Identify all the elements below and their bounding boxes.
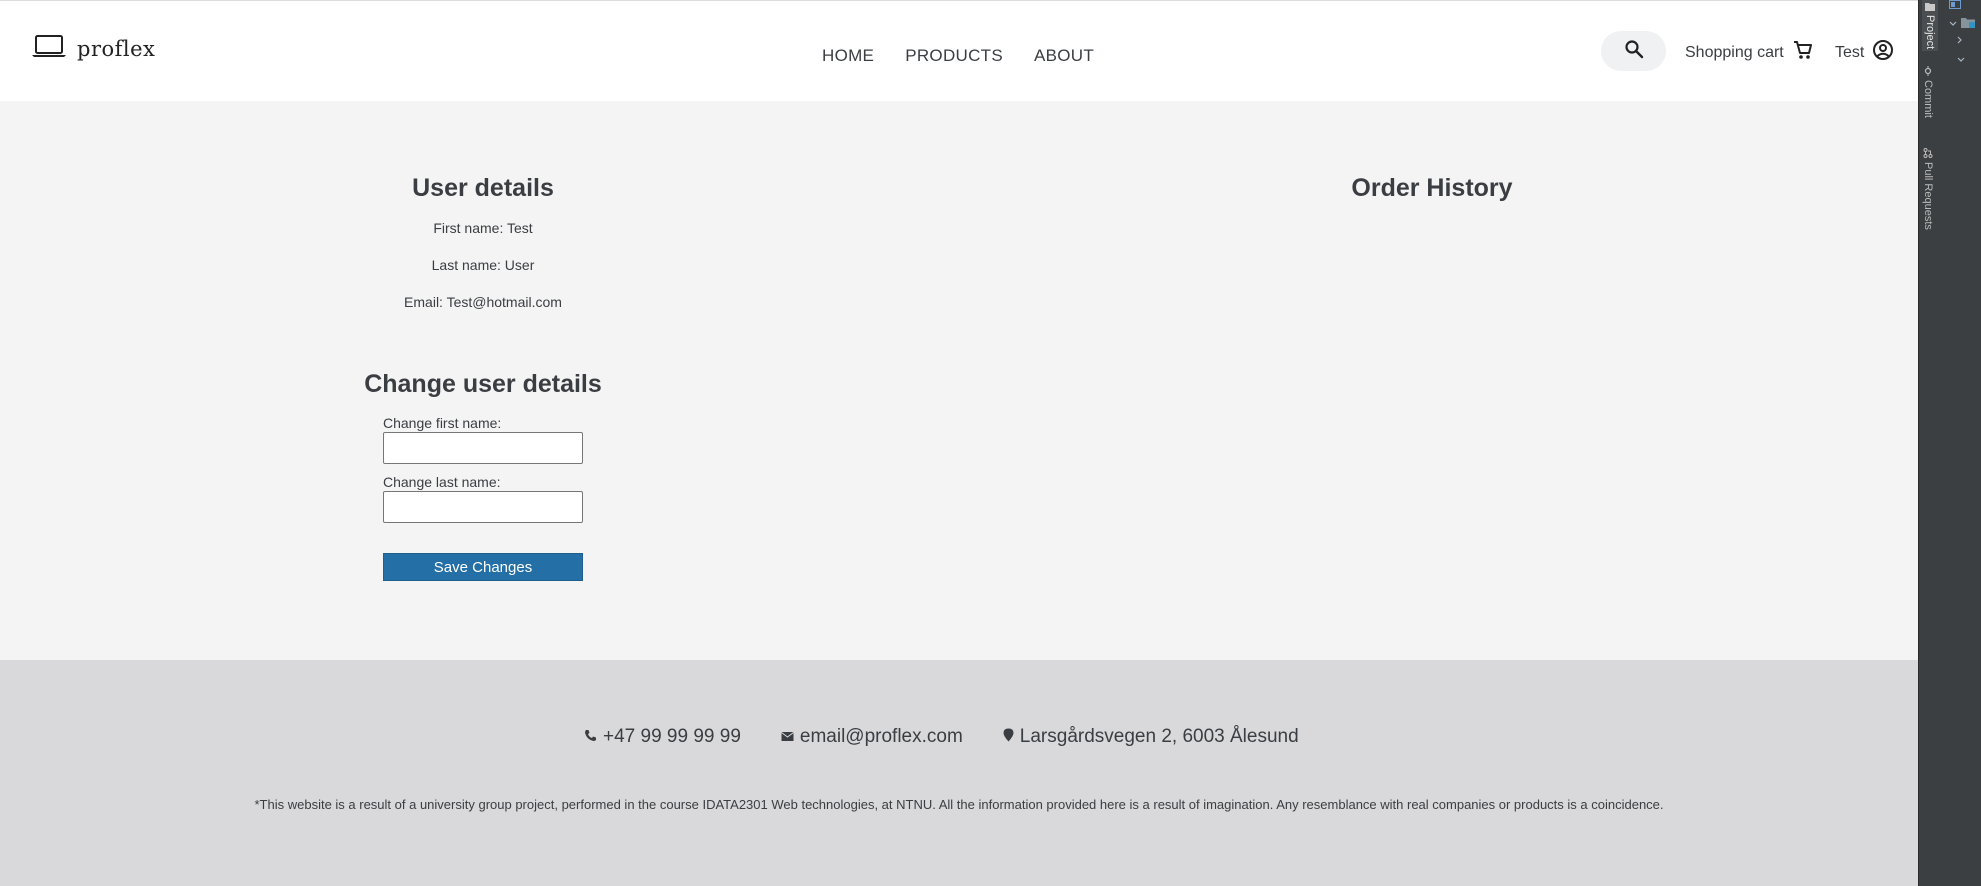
ide-tab-pull-requests[interactable]: Pull Requests xyxy=(1922,148,1934,230)
user-account-link[interactable]: Test xyxy=(1835,39,1894,66)
chevron-down-icon xyxy=(1957,55,1965,66)
cart-icon xyxy=(1792,39,1814,66)
mail-icon xyxy=(781,726,794,748)
search-button[interactable] xyxy=(1601,31,1666,71)
laptop-icon xyxy=(31,34,67,63)
folder-icon xyxy=(1961,17,1975,31)
nav-products-link[interactable]: PRODUCTS xyxy=(905,46,1003,66)
commit-icon xyxy=(1922,66,1934,76)
module-icon xyxy=(1949,0,1961,12)
email-detail: Email: Test@hotmail.com xyxy=(404,294,562,310)
chevron-right-icon xyxy=(1957,36,1963,47)
email-address[interactable]: email@proflex.com xyxy=(800,726,963,748)
location-pin-icon xyxy=(1003,726,1014,748)
phone-contact: +47 99 99 99 99 xyxy=(584,726,741,748)
change-details-title: Change user details xyxy=(364,370,602,398)
logo[interactable]: proflex xyxy=(31,34,155,63)
tree-row-folder[interactable] xyxy=(1949,17,1975,31)
site-footer: +47 99 99 99 99 email@proflex.com Larsgå… xyxy=(0,660,1918,886)
order-history-title: Order History xyxy=(1351,174,1513,202)
first-name-field-label: Change first name: xyxy=(383,415,502,431)
browser-page: proflex HOME PRODUCTS ABOUT Shopping car… xyxy=(0,0,1918,886)
search-icon xyxy=(1624,39,1644,64)
shopping-cart-link[interactable]: Shopping cart xyxy=(1685,39,1814,66)
pull-request-icon xyxy=(1922,148,1934,158)
ide-tab-commit-label: Commit xyxy=(1922,80,1934,118)
nav-about-link[interactable]: ABOUT xyxy=(1034,46,1094,66)
tree-row-project-root[interactable] xyxy=(1949,0,1961,12)
ide-tab-pull-requests-label: Pull Requests xyxy=(1922,162,1934,230)
first-name-detail: First name: Test xyxy=(433,220,533,236)
folder-icon xyxy=(1924,2,1936,11)
user-details-title: User details xyxy=(412,174,554,202)
contact-info: +47 99 99 99 99 email@proflex.com Larsgå… xyxy=(584,726,1299,748)
user-name: Test xyxy=(1835,43,1865,61)
nav-home-link[interactable]: HOME xyxy=(822,46,874,66)
phone-number: +47 99 99 99 99 xyxy=(603,726,741,747)
last-name-field-label: Change last name: xyxy=(383,474,501,490)
address-contact: Larsgårdsvegen 2, 6003 Ålesund xyxy=(1003,726,1299,748)
first-name-input[interactable] xyxy=(383,432,583,464)
email-contact: email@proflex.com xyxy=(781,726,963,748)
phone-icon xyxy=(584,726,597,748)
chevron-down-icon xyxy=(1949,19,1957,30)
ide-tab-project-label: Project xyxy=(1924,15,1936,50)
street-address: Larsgårdsvegen 2, 6003 Ålesund xyxy=(1019,726,1299,747)
ide-tab-commit[interactable]: Commit xyxy=(1922,66,1934,118)
ide-tab-project[interactable]: Project xyxy=(1922,0,1938,52)
site-header: proflex HOME PRODUCTS ABOUT Shopping car… xyxy=(0,1,1918,101)
account-circle-icon xyxy=(1872,39,1894,66)
save-changes-button[interactable]: Save Changes xyxy=(383,553,583,581)
main-content: User details First name: Test Last name:… xyxy=(0,101,1918,660)
last-name-detail: Last name: User xyxy=(431,257,535,273)
shopping-cart-label: Shopping cart xyxy=(1685,43,1784,61)
ide-tool-strip: Project Commit Pull Requests xyxy=(1918,0,1945,886)
tree-row-collapsed[interactable] xyxy=(1957,36,1963,47)
last-name-input[interactable] xyxy=(383,491,583,523)
ide-project-tree xyxy=(1945,0,1981,886)
logo-text: proflex xyxy=(77,36,156,61)
main-nav: HOME PRODUCTS ABOUT xyxy=(822,46,1094,66)
tree-row-expanded[interactable] xyxy=(1957,55,1965,66)
disclaimer-text: *This website is a result of a universit… xyxy=(254,797,1664,812)
